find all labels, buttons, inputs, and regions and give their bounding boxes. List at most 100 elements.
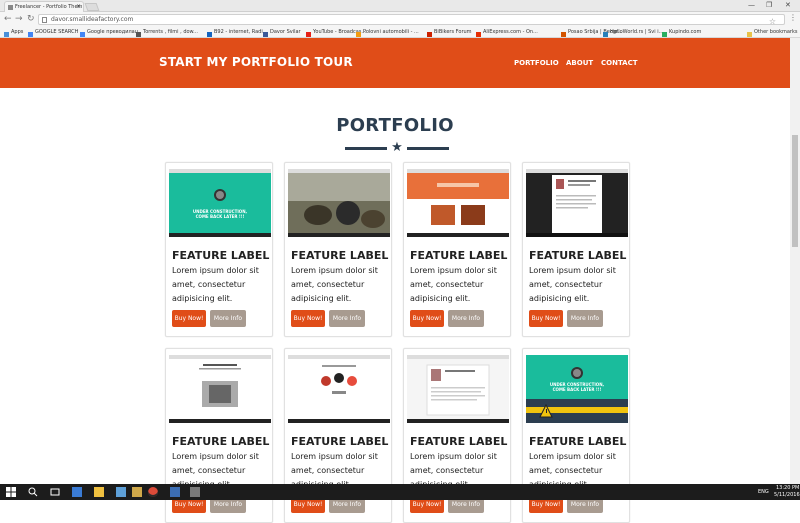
bookmark-label: Apps: [11, 29, 24, 35]
svg-text:COME BACK LATER !!!: COME BACK LATER !!!: [196, 214, 245, 219]
bookmark-star-icon[interactable]: ☆: [769, 17, 776, 26]
portfolio-thumbnail[interactable]: [288, 169, 390, 237]
portfolio-thumbnail[interactable]: [407, 169, 509, 237]
portfolio-thumbnail[interactable]: UNDER CONSTRUCTION,COME BACK LATER !!!: [526, 355, 628, 423]
card-title: FEATURE LABEL: [529, 249, 627, 262]
chrome-icon[interactable]: [148, 487, 158, 497]
bookmark-favicon-icon: [207, 31, 212, 37]
bookmark-favicon-icon: [28, 31, 33, 37]
nav-portfolio[interactable]: PORTFOLIO: [514, 59, 559, 67]
browser-tab[interactable]: Freelancer - Portfolio Them ×: [4, 1, 84, 12]
nav-contact[interactable]: CONTACT: [601, 59, 638, 67]
app-icon[interactable]: [132, 487, 142, 497]
minimize-button[interactable]: —: [748, 0, 755, 11]
bookmark-item[interactable]: Davor Svilar: [263, 27, 301, 37]
bookmark-item[interactable]: Other bookmarks: [747, 27, 798, 37]
card-title: FEATURE LABEL: [529, 435, 627, 448]
bookmark-label: GOOGLE SEARCH: [35, 29, 79, 35]
card-title: FEATURE LABEL: [410, 435, 508, 448]
card-description: Lorem ipsum dolor sit amet, consectetur …: [529, 266, 616, 303]
new-tab-button[interactable]: [84, 3, 100, 11]
bookmark-item[interactable]: Apps: [4, 27, 24, 37]
tab-close-icon[interactable]: ×: [76, 2, 81, 12]
divider-line-left: [345, 147, 387, 150]
buy-now-button[interactable]: Buy Now!: [529, 310, 563, 327]
app-icon-3[interactable]: [190, 487, 200, 497]
brand-link[interactable]: START MY PORTFOLIO TOUR: [159, 55, 353, 69]
more-info-button[interactable]: More Info: [210, 310, 246, 327]
buy-now-button[interactable]: Buy Now!: [291, 310, 325, 327]
bookmark-label: Polovni automobili - ...: [363, 29, 419, 35]
bookmark-favicon-icon: [561, 31, 566, 37]
card-description: Lorem ipsum dolor sit amet, consectetur …: [410, 266, 497, 303]
bookmark-favicon-icon: [476, 31, 481, 37]
page-icon: [8, 5, 13, 10]
portfolio-thumbnail[interactable]: [169, 355, 271, 423]
card-title: FEATURE LABEL: [410, 249, 508, 262]
site-header: START MY PORTFOLIO TOUR PORTFOLIO ABOUT …: [0, 38, 800, 88]
bookmark-item[interactable]: BiBikers Forum: [427, 27, 472, 37]
title-divider: ★: [345, 141, 449, 155]
more-info-button[interactable]: More Info: [567, 310, 603, 327]
page-info-icon[interactable]: [42, 17, 47, 23]
bookmark-favicon-icon: [263, 31, 268, 37]
scrollbar-thumb[interactable]: [792, 135, 798, 247]
bookmark-favicon-icon: [747, 31, 752, 37]
bookmark-item[interactable]: Polovni automobili - ...: [356, 27, 419, 37]
more-info-button[interactable]: More Info: [448, 310, 484, 327]
bookmark-item[interactable]: B92 - internet, Radi...: [207, 27, 267, 37]
close-window-button[interactable]: ✕: [785, 0, 791, 11]
bookmark-item[interactable]: Google преводилац: [80, 27, 138, 37]
bookmark-item[interactable]: GOOGLE SEARCH: [28, 27, 79, 37]
card-title: FEATURE LABEL: [172, 249, 270, 262]
buy-now-button[interactable]: Buy Now!: [410, 310, 444, 327]
search-icon[interactable]: [28, 487, 38, 497]
bookmark-label: Davor Svilar: [270, 29, 301, 35]
browser-tab-strip: Freelancer - Portfolio Them × — ❐ ✕: [0, 0, 800, 12]
language-indicator[interactable]: ENG: [758, 488, 769, 496]
portfolio-thumbnail[interactable]: [526, 169, 628, 237]
store-icon[interactable]: [116, 487, 126, 497]
bookmark-label: HelloWorld.rs | Svi i...: [610, 29, 664, 35]
edge-icon[interactable]: [72, 487, 82, 497]
bookmark-favicon-icon: [136, 31, 141, 37]
browser-menu-icon[interactable]: ⋮: [789, 13, 797, 22]
address-bar[interactable]: davor.smallideafactory.com ☆: [38, 14, 785, 26]
bookmark-favicon-icon: [427, 31, 432, 37]
maximize-button[interactable]: ❐: [766, 0, 772, 11]
star-icon: ★: [391, 140, 403, 155]
portfolio-thumbnail[interactable]: [288, 355, 390, 423]
nav-about[interactable]: ABOUT: [566, 59, 593, 67]
card-description: Lorem ipsum dolor sit amet, consectetur …: [172, 266, 259, 303]
clock-date[interactable]: 5/11/2016: [774, 491, 800, 499]
buy-now-button[interactable]: Buy Now!: [172, 310, 206, 327]
bookmark-item[interactable]: Torrents , filmi , dow...: [136, 27, 198, 37]
portfolio-thumbnail[interactable]: [407, 355, 509, 423]
page-scrollbar[interactable]: [790, 38, 800, 484]
bookmark-favicon-icon: [356, 31, 361, 37]
bookmark-label: AliExpress.com - On...: [483, 29, 538, 35]
task-view-icon[interactable]: [50, 487, 60, 497]
divider-line-right: [407, 147, 449, 150]
back-arrow-icon[interactable]: ←: [4, 14, 12, 24]
more-info-button[interactable]: More Info: [329, 310, 365, 327]
bookmark-label: Torrents , filmi , dow...: [143, 29, 198, 35]
card-description: Lorem ipsum dolor sit amet, consectetur …: [291, 266, 378, 303]
bookmark-item[interactable]: HelloWorld.rs | Svi i...: [603, 27, 664, 37]
bookmark-item[interactable]: AliExpress.com - On...: [476, 27, 538, 37]
bookmark-favicon-icon: [306, 31, 311, 37]
bookmark-favicon-icon: [662, 31, 667, 37]
bookmark-label: Other bookmarks: [754, 29, 798, 35]
file-explorer-icon[interactable]: [94, 487, 104, 497]
url-text: davor.smallideafactory.com: [51, 16, 134, 23]
app-icon-2[interactable]: [170, 487, 180, 497]
portfolio-card: FEATURE LABEL Lorem ipsum dolor sit amet,…: [284, 162, 392, 337]
windows-start-icon[interactable]: [6, 487, 16, 497]
bookmark-item[interactable]: Kupindo.com: [662, 27, 701, 37]
address-row: ← → ↻ davor.smallideafactory.com ☆: [0, 12, 800, 27]
forward-arrow-icon[interactable]: →: [15, 14, 23, 24]
windows-taskbar: ENG 13:20 PM 5/11/2016: [0, 484, 800, 500]
portfolio-card: UNDER CONSTRUCTION, COME BACK LATER !!! FE…: [165, 162, 273, 337]
reload-icon[interactable]: ↻: [27, 14, 35, 24]
portfolio-thumbnail[interactable]: UNDER CONSTRUCTION,COME BACK LATER !!!: [169, 169, 271, 237]
